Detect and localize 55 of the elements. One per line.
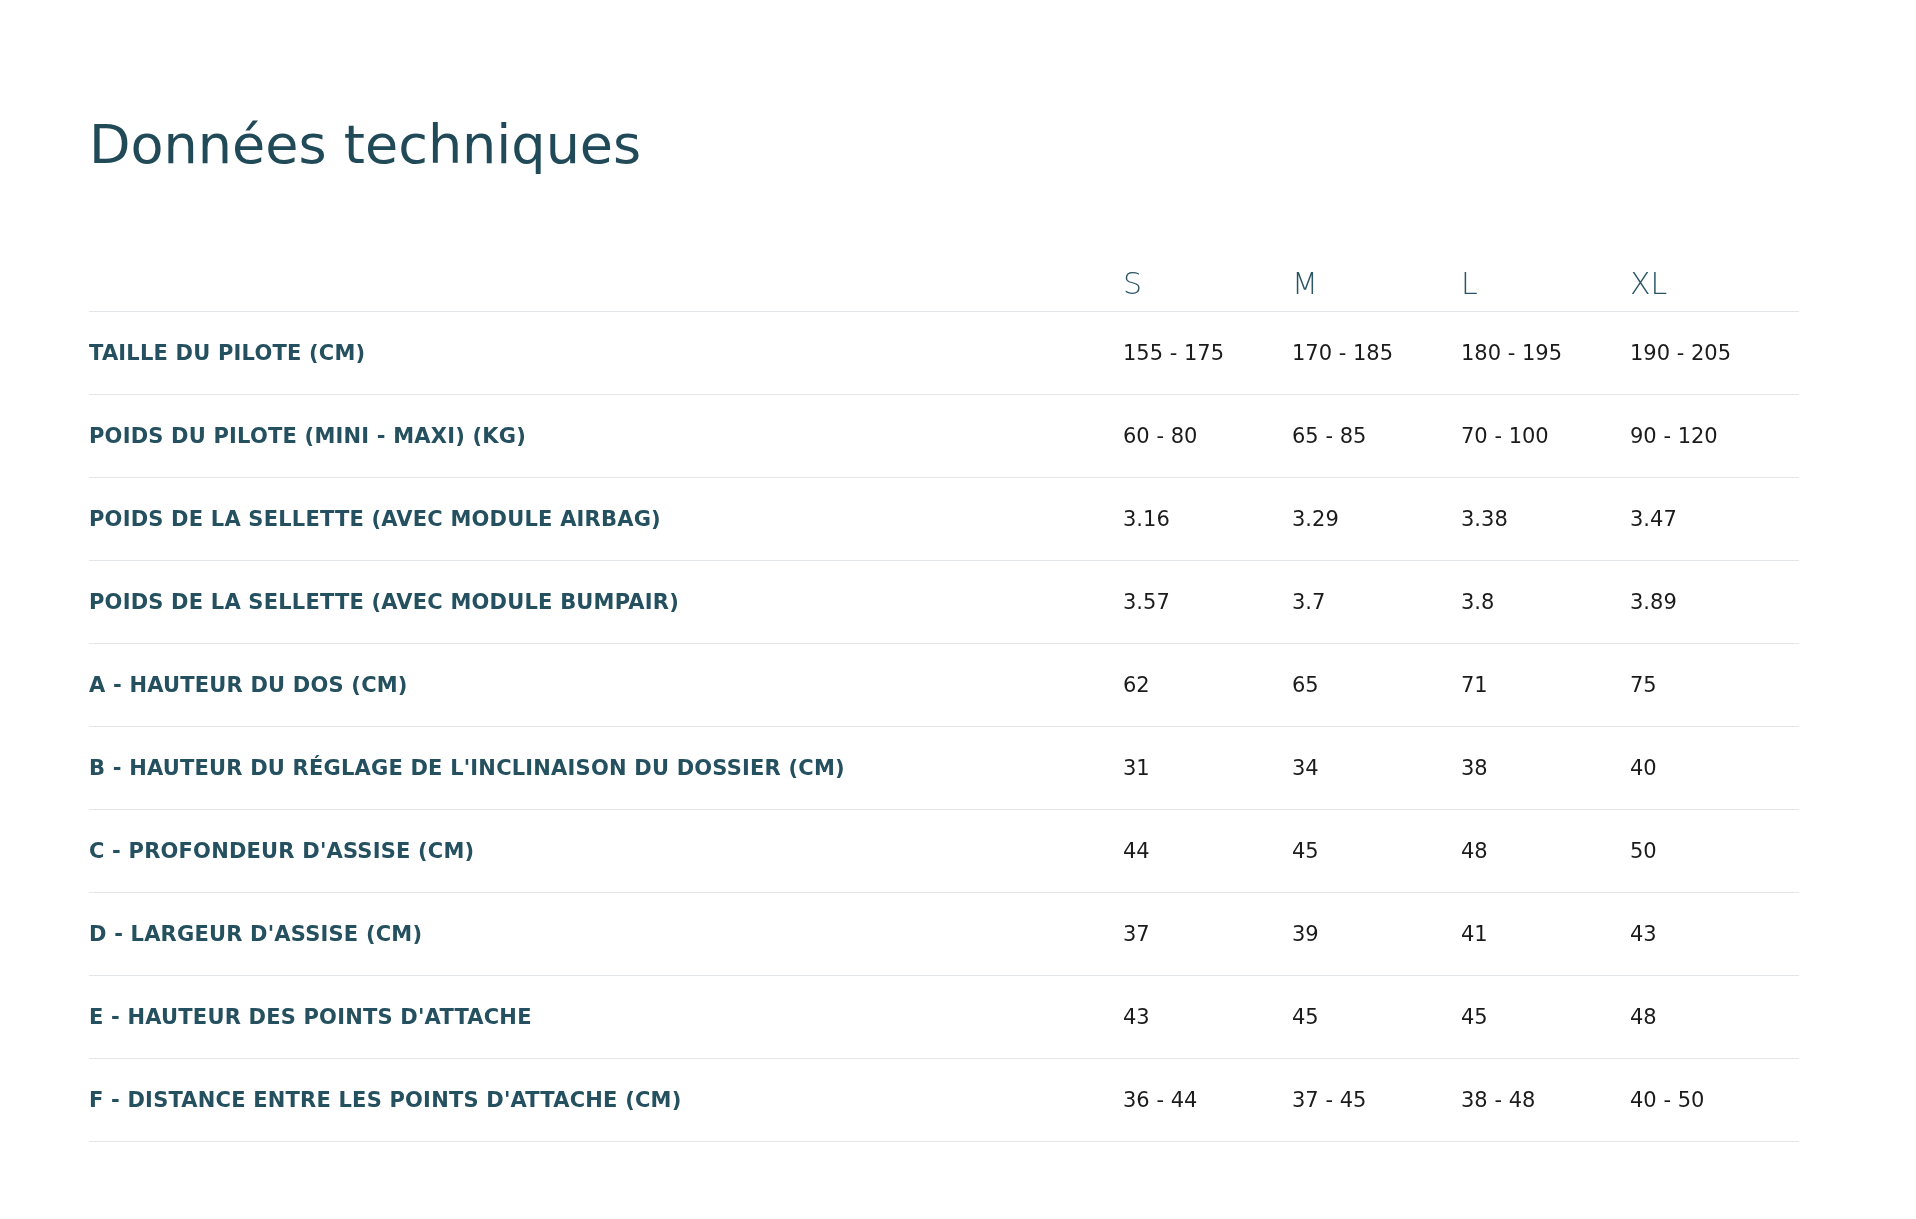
table-cell: 71 <box>1461 673 1488 697</box>
table-cell: 39 <box>1292 922 1319 946</box>
table-cell: 155 - 175 <box>1123 341 1225 365</box>
table-cell: 48 <box>1630 1005 1657 1029</box>
table-cell: 3.16 <box>1123 507 1170 531</box>
table-cell: 45 <box>1461 1005 1488 1029</box>
column-header: S <box>1123 266 1143 301</box>
page-title: Données techniques <box>89 118 643 172</box>
row-label: C - PROFONDEUR D'ASSISE (CM) <box>89 839 475 863</box>
table-cell: 3.57 <box>1123 590 1170 614</box>
table-cell: 43 <box>1630 922 1657 946</box>
table-cell: 3.38 <box>1461 507 1508 531</box>
table-cell: 3.29 <box>1292 507 1339 531</box>
table-cell: 62 <box>1123 673 1150 697</box>
table-cell: 41 <box>1461 922 1488 946</box>
table-cell: 170 - 185 <box>1292 341 1394 365</box>
table-cell: 48 <box>1461 839 1488 863</box>
table-cell: 3.89 <box>1630 590 1677 614</box>
table-cell: 3.8 <box>1461 590 1495 614</box>
table-cell: 36 - 44 <box>1123 1088 1198 1112</box>
table-cell: 3.47 <box>1630 507 1677 531</box>
row-label: B - HAUTEUR DU RÉGLAGE DE L'INCLINAISON DU DOSSIER (CM) <box>89 756 845 780</box>
table-cell: 37 <box>1123 922 1150 946</box>
table-cell: 45 <box>1292 1005 1319 1029</box>
table-cell: 70 - 100 <box>1461 424 1549 448</box>
table-cell: 31 <box>1123 756 1150 780</box>
column-header: M <box>1292 266 1318 301</box>
table-cell: 90 - 120 <box>1630 424 1718 448</box>
table-cell: 50 <box>1630 839 1657 863</box>
table-cell: 40 - 50 <box>1630 1088 1705 1112</box>
table-cell: 65 - 85 <box>1292 424 1367 448</box>
table-cell: 190 - 205 <box>1630 341 1732 365</box>
table-cell: 65 <box>1292 673 1319 697</box>
table-cell: 38 <box>1461 756 1488 780</box>
column-header: L <box>1461 266 1478 301</box>
table-cell: 37 - 45 <box>1292 1088 1367 1112</box>
table-cell: 3.7 <box>1292 590 1326 614</box>
row-label: TAILLE DU PILOTE (CM) <box>89 341 366 365</box>
row-label: A - HAUTEUR DU DOS (CM) <box>89 673 408 697</box>
table-cell: 40 <box>1630 756 1657 780</box>
column-header: XL <box>1630 266 1668 301</box>
table-cell: 34 <box>1292 756 1319 780</box>
row-label: POIDS DE LA SELLETTE (AVEC MODULE AIRBAG) <box>89 507 661 531</box>
row-label: POIDS DE LA SELLETTE (AVEC MODULE BUMPAIR) <box>89 590 679 614</box>
table-cell: 43 <box>1123 1005 1150 1029</box>
row-label: F - DISTANCE ENTRE LES POINTS D'ATTACHE (CM) <box>89 1088 682 1112</box>
table-cell: 60 - 80 <box>1123 424 1198 448</box>
table-cell: 180 - 195 <box>1461 341 1563 365</box>
table-cell: 75 <box>1630 673 1657 697</box>
row-label: POIDS DU PILOTE (MINI - MAXI) (KG) <box>89 424 526 448</box>
table-cell: 38 - 48 <box>1461 1088 1536 1112</box>
row-label: D - LARGEUR D'ASSISE (CM) <box>89 922 423 946</box>
table-cell: 44 <box>1123 839 1150 863</box>
row-label: E - HAUTEUR DES POINTS D'ATTACHE <box>89 1005 532 1029</box>
table-cell: 45 <box>1292 839 1319 863</box>
